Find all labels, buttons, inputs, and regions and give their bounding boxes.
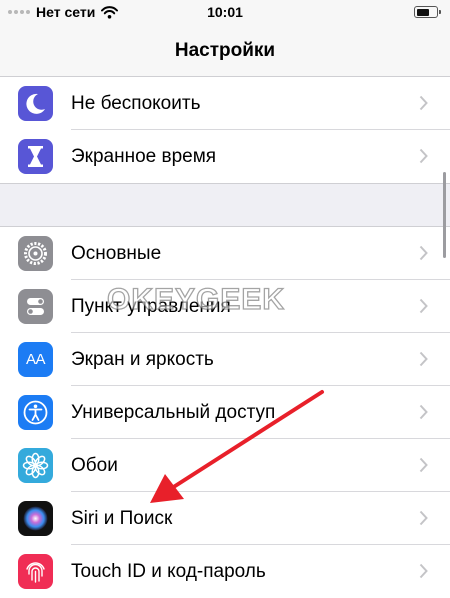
annotation-arrow-icon [150,390,324,503]
